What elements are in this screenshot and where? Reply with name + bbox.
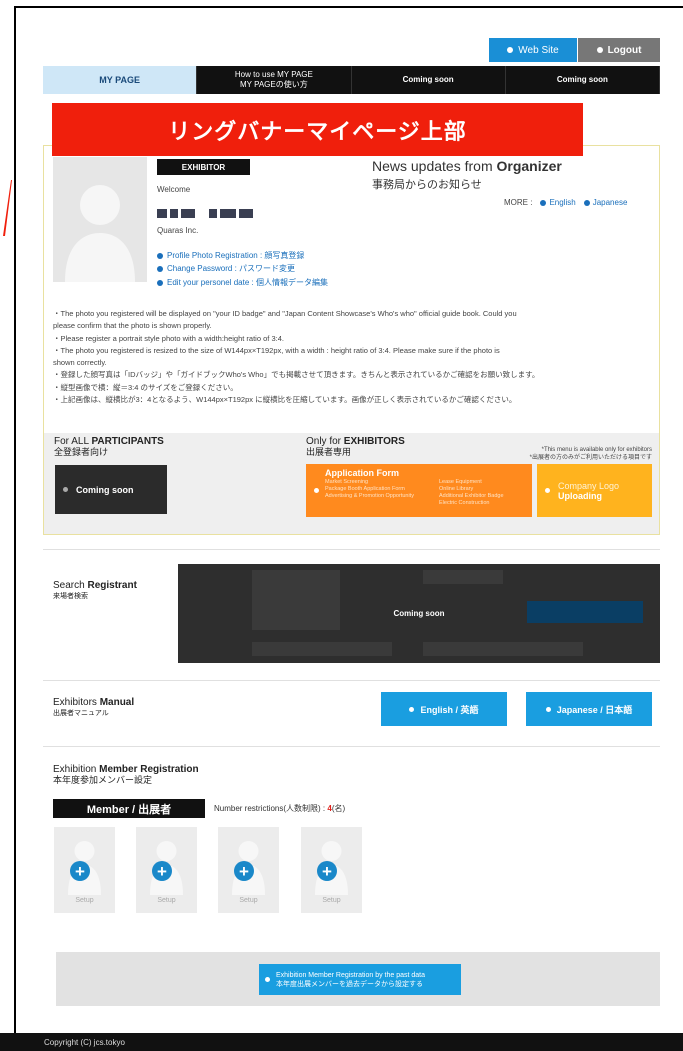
bullet-icon: [583, 199, 590, 206]
divider: [43, 549, 660, 550]
manual-japanese-button[interactable]: Japanese / 日本語: [526, 692, 652, 726]
exhibitor-tag: EXHIBITOR: [157, 159, 250, 175]
exhibitors-heading: Only for EXHIBITORS 出展者専用: [306, 436, 405, 457]
manual-english-button[interactable]: English / 英語: [381, 692, 507, 726]
edit-personal-data-link[interactable]: Edit your personel date : 個人情報データ編集: [157, 277, 328, 288]
tab-coming-soon-2[interactable]: Coming soon: [506, 66, 660, 94]
change-password-link[interactable]: Change Password : パスワード変更: [157, 263, 295, 274]
user-name-blurred: [157, 205, 287, 218]
search-registrant-panel: Coming soon: [178, 564, 660, 663]
manual-heading: Exhibitors Manual 出展者マニュアル: [53, 697, 135, 717]
dot-icon: [507, 47, 514, 53]
add-member-icon[interactable]: +: [234, 861, 254, 881]
company-name: Quaras Inc.: [157, 226, 199, 235]
news-english-link[interactable]: English: [540, 198, 576, 207]
ring-banner[interactable]: リングバナーマイページ上部: [52, 103, 583, 156]
number-restrictions: Number restrictions(人数制限) : 4(名): [214, 804, 346, 813]
dot-icon: [596, 47, 603, 53]
web-site-button[interactable]: Web Site: [489, 38, 577, 62]
application-form-button[interactable]: Application Form Market Screening Packag…: [306, 464, 532, 517]
bullet-icon: [63, 487, 68, 492]
bullet-icon: [540, 199, 547, 206]
search-field-placeholder: [423, 570, 503, 584]
bullet-icon: [157, 279, 163, 286]
news-japanese-link[interactable]: Japanese: [583, 198, 627, 207]
news-title: News updates from Organizer: [372, 158, 562, 174]
divider: [43, 680, 660, 681]
application-items-right: Lease Equipment Online Library Additiona…: [439, 479, 504, 506]
bullet-icon: [409, 706, 415, 712]
participants-coming-soon-button[interactable]: Coming soon: [55, 465, 167, 514]
tab-how-to-use[interactable]: How to use MY PAGE MY PAGEの使い方: [197, 66, 352, 94]
photo-notes: ・The photo you registered will be displa…: [53, 309, 540, 405]
tab-my-page[interactable]: MY PAGE: [43, 66, 198, 94]
bullet-icon: [157, 252, 163, 259]
add-member-icon[interactable]: +: [70, 861, 90, 881]
person-silhouette-icon: [53, 157, 147, 282]
bullet-icon: [545, 488, 550, 493]
add-member-icon[interactable]: +: [152, 861, 172, 881]
registration-heading: Exhibition Member Registration 本年度参加メンバー設…: [53, 764, 199, 785]
member-slot[interactable]: + Setup: [54, 827, 115, 913]
search-heading: Search Registrant 来場者検索: [53, 580, 137, 600]
company-logo-upload-button[interactable]: Company Logo Uploading: [537, 464, 652, 517]
bullet-icon: [545, 706, 551, 712]
red-mark: [3, 180, 12, 236]
search-field-placeholder: [423, 642, 583, 656]
search-field-placeholder: [252, 570, 340, 630]
application-items-left: Market Screening Package Booth Applicati…: [325, 479, 414, 499]
application-form-title: Application Form: [325, 468, 399, 478]
search-field-placeholder: [252, 642, 392, 656]
welcome-label: Welcome: [157, 185, 191, 194]
member-slot[interactable]: + Setup: [136, 827, 197, 913]
profile-photo-link[interactable]: Profile Photo Registration : 顔写真登録: [157, 250, 304, 261]
add-member-icon[interactable]: +: [317, 861, 337, 881]
exhibitors-note: *This menu is available only for exhibit…: [529, 447, 652, 461]
member-slot[interactable]: + Setup: [301, 827, 362, 913]
profile-photo: [53, 157, 147, 282]
member-tag: Member / 出展者: [53, 799, 205, 818]
news-subtitle: 事務局からのお知らせ: [372, 179, 482, 191]
bullet-icon: [314, 488, 319, 493]
footer: Copyright (C) jcs.tokyo: [0, 1033, 683, 1051]
bullet-icon: [265, 977, 270, 982]
past-data-registration-button[interactable]: Exhibition Member Registration by the pa…: [259, 964, 461, 995]
main-nav: MY PAGE How to use MY PAGE MY PAGEの使い方 Co…: [43, 66, 660, 94]
logout-button[interactable]: Logout: [578, 38, 660, 62]
member-slot[interactable]: + Setup: [218, 827, 279, 913]
tab-coming-soon-1[interactable]: Coming soon: [352, 66, 506, 94]
participants-heading: For ALL PARTICIPANTS 全登録者向け: [54, 436, 164, 457]
bullet-icon: [157, 265, 163, 272]
news-more: MORE : English Japanese: [504, 198, 628, 207]
divider: [43, 746, 660, 747]
search-coming-soon: Coming soon: [393, 609, 445, 618]
